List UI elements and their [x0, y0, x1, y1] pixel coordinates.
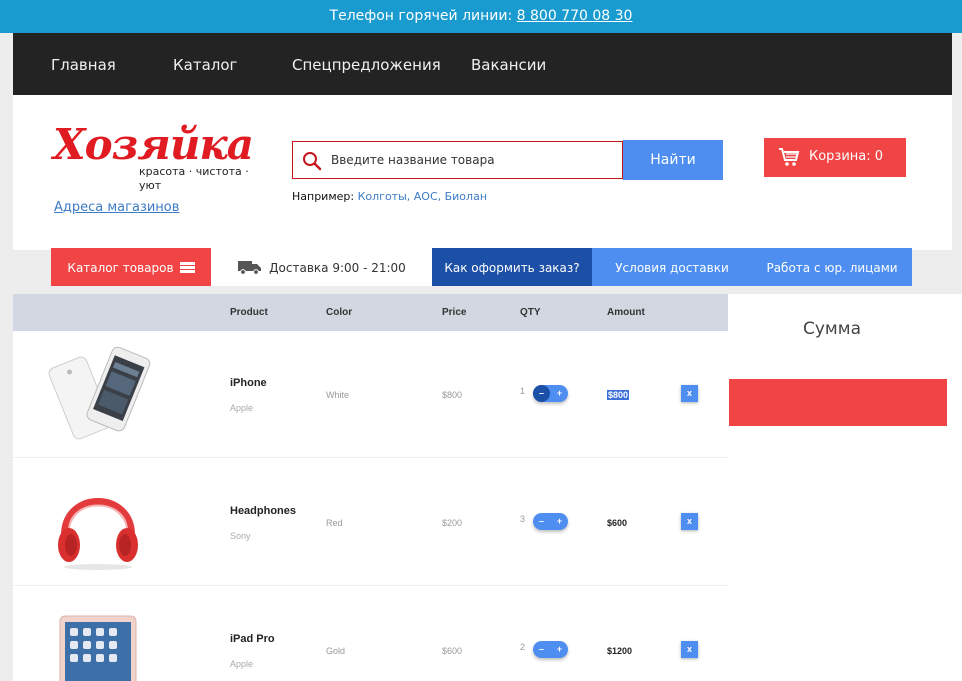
quantity-stepper: – +: [533, 385, 568, 402]
increase-button[interactable]: +: [551, 641, 568, 658]
product-color: Gold: [326, 646, 346, 656]
search-example-links[interactable]: Колготы, АОС, Биолан: [358, 190, 487, 203]
increase-button[interactable]: +: [551, 513, 568, 530]
cart-label: Корзина: 0: [809, 149, 884, 164]
search-input[interactable]: [331, 150, 611, 170]
header-product: Product: [230, 307, 268, 318]
search-box: [292, 141, 623, 179]
hotline-label: Телефон горячей линии:: [329, 8, 513, 24]
search-examples-label: Например:: [292, 190, 355, 203]
hotline-bar: Телефон горячей линии: 8 800 770 08 30: [0, 0, 962, 33]
delivery-hours: Доставка 9:00 - 21:00: [211, 248, 432, 286]
search-icon: [303, 152, 322, 171]
header-price: Price: [442, 307, 467, 318]
site-header: Хозяйка красота · чистота · уют Адреса м…: [13, 95, 952, 250]
table-row: iPhone Apple White $800 1 – + $800 x: [13, 331, 728, 458]
cart-table: Product Color Price QTY Amount iPhone Ap…: [13, 294, 728, 681]
product-brand: Apple: [230, 403, 254, 413]
header-amount: Amount: [607, 307, 645, 318]
logo-title: Хозяйка: [53, 120, 254, 169]
truck-icon: [238, 261, 262, 275]
table-row: Headphones Sony Red $200 3 – + $600 x: [13, 459, 728, 586]
product-brand: Apple: [230, 659, 254, 669]
product-color: Red: [326, 518, 343, 528]
table-header: Product Color Price QTY Amount: [13, 294, 728, 331]
search-examples: Например: Колготы, АОС, Биолан: [292, 190, 487, 203]
nav-catalog[interactable]: Каталог: [173, 33, 237, 97]
product-qty: 3: [520, 514, 526, 524]
summary-panel: Сумма: [728, 294, 962, 681]
header-qty: QTY: [520, 307, 541, 318]
product-amount: $600: [607, 518, 628, 528]
headphones-product-image: [58, 498, 138, 570]
checkout-button[interactable]: [729, 379, 947, 426]
product-qty: 1: [520, 386, 526, 396]
product-name[interactable]: iPhone: [230, 377, 267, 389]
product-name[interactable]: Headphones: [230, 505, 296, 517]
product-amount: $800: [607, 390, 630, 400]
quantity-stepper: – +: [533, 641, 568, 658]
nav-vacancies[interactable]: Вакансии: [471, 33, 546, 97]
catalog-menu-label: Каталог товаров: [67, 261, 174, 275]
decrease-button[interactable]: –: [533, 513, 550, 530]
cart-icon: [779, 148, 800, 166]
product-name[interactable]: iPad Pro: [230, 633, 275, 645]
delivery-hours-label: Доставка 9:00 - 21:00: [269, 261, 406, 275]
table-row: iPad Pro Apple Gold $600 2 – + $1200 x: [13, 587, 728, 681]
ipad-product-image: [59, 615, 137, 681]
product-price: $200: [442, 518, 463, 528]
nav-special-offers[interactable]: Спецпредложения: [292, 33, 441, 97]
legal-entities-link[interactable]: Работа с юр. лицами: [752, 248, 912, 286]
decrease-button[interactable]: –: [533, 385, 550, 402]
logo-subtitle: красота · чистота · уют: [139, 165, 249, 192]
how-to-order-link[interactable]: Как оформить заказ?: [432, 248, 592, 286]
product-color: White: [326, 390, 350, 400]
cart-button[interactable]: Корзина: 0: [764, 138, 906, 177]
logo[interactable]: Хозяйка красота · чистота · уют: [53, 120, 273, 193]
product-brand: Sony: [230, 531, 251, 541]
hamburger-icon: [179, 262, 195, 273]
top-navigation: Главная Каталог Спецпредложения Вакансии: [13, 33, 952, 95]
product-amount: $1200: [607, 646, 633, 656]
summary-title: Сумма: [803, 319, 861, 339]
header-color: Color: [326, 307, 353, 318]
remove-button[interactable]: x: [681, 385, 698, 402]
product-price: $600: [442, 646, 463, 656]
decrease-button[interactable]: –: [533, 641, 550, 658]
delivery-conditions-link[interactable]: Условия доставки: [592, 248, 752, 286]
iphone-product-image: [48, 346, 151, 440]
remove-button[interactable]: x: [681, 641, 698, 658]
catalog-menu-button[interactable]: Каталог товаров: [51, 248, 211, 286]
hotline-phone-link[interactable]: 8 800 770 08 30: [517, 8, 633, 24]
remove-button[interactable]: x: [681, 513, 698, 530]
store-addresses-link[interactable]: Адреса магазинов: [54, 200, 179, 215]
product-price: $800: [442, 390, 463, 400]
increase-button[interactable]: +: [551, 385, 568, 402]
quantity-stepper: – +: [533, 513, 568, 530]
product-qty: 2: [520, 642, 526, 652]
search-button[interactable]: Найти: [623, 140, 723, 180]
nav-home[interactable]: Главная: [51, 33, 116, 97]
